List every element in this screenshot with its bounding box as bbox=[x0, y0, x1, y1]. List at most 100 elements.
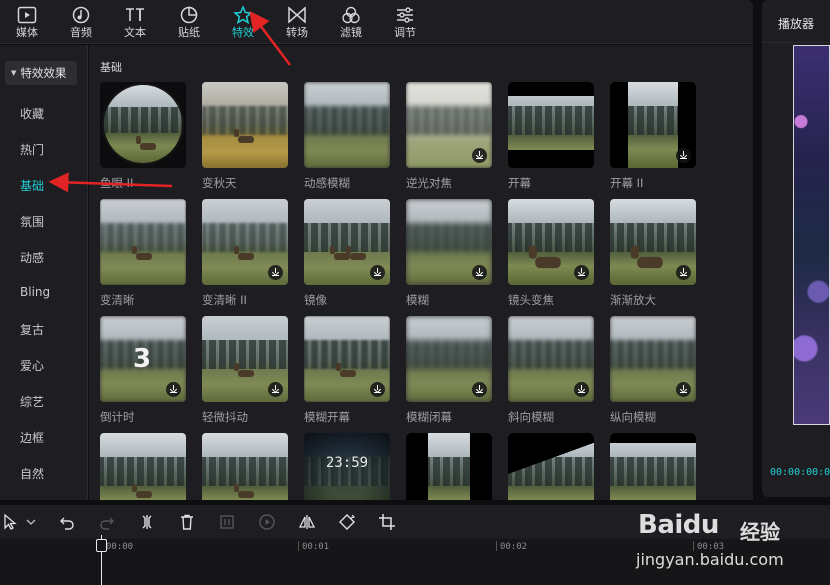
effect-card[interactable]: 逆光对焦 bbox=[406, 82, 492, 191]
freeze-frame-button[interactable] bbox=[218, 513, 236, 531]
effect-card[interactable]: 开幕 II bbox=[610, 82, 696, 191]
effect-card[interactable]: 变清晰 bbox=[100, 199, 186, 308]
redo-button[interactable] bbox=[98, 513, 116, 531]
download-icon[interactable] bbox=[268, 382, 283, 397]
crop-button[interactable] bbox=[378, 513, 396, 531]
sidebar-item-favorites[interactable]: 收藏 bbox=[20, 105, 44, 122]
download-icon[interactable] bbox=[472, 148, 487, 163]
effects-icon bbox=[233, 5, 253, 24]
effect-name: 鱼眼 II bbox=[100, 176, 134, 190]
split-button[interactable] bbox=[138, 513, 156, 531]
effect-thumbnail bbox=[508, 82, 594, 168]
download-icon[interactable] bbox=[676, 382, 691, 397]
download-icon[interactable] bbox=[574, 265, 589, 280]
effect-thumbnail bbox=[610, 199, 696, 285]
download-icon[interactable] bbox=[676, 148, 691, 163]
effect-card[interactable]: 鱼眼 II bbox=[100, 82, 186, 191]
effect-card[interactable]: 镜像 bbox=[304, 199, 390, 308]
effect-thumbnail bbox=[202, 82, 288, 168]
sidebar-item-bling[interactable]: Bling bbox=[20, 285, 50, 299]
caret-down-icon: ▼ bbox=[11, 69, 17, 77]
sidebar-item-variety[interactable]: 综艺 bbox=[20, 393, 44, 410]
tab-media[interactable]: 媒体 bbox=[0, 0, 54, 44]
sidebar-header-effects[interactable]: ▼ 特效效果 bbox=[5, 61, 77, 85]
effect-name: 轻微抖动 bbox=[202, 410, 248, 424]
download-icon[interactable] bbox=[370, 382, 385, 397]
transition-icon bbox=[288, 5, 306, 24]
preview-canvas[interactable] bbox=[793, 45, 830, 425]
delete-button[interactable] bbox=[178, 513, 196, 531]
tab-sticker[interactable]: 贴纸 bbox=[162, 0, 216, 44]
download-icon[interactable] bbox=[166, 382, 181, 397]
crop-icon bbox=[379, 514, 395, 530]
effect-card[interactable]: 斜向模糊 bbox=[508, 316, 594, 425]
effect-thumbnail bbox=[202, 199, 288, 285]
sidebar-item-popular[interactable]: 热门 bbox=[20, 141, 44, 158]
reverse-button[interactable] bbox=[258, 513, 276, 531]
tab-label: 音频 bbox=[70, 25, 92, 39]
sticker-icon bbox=[180, 6, 198, 23]
effect-card[interactable]: 3 倒计时 bbox=[100, 316, 186, 425]
tab-transition[interactable]: 转场 bbox=[270, 0, 324, 44]
effect-card[interactable]: 纵向模糊 bbox=[610, 316, 696, 425]
effect-thumbnail bbox=[202, 316, 288, 402]
effect-thumbnail bbox=[610, 433, 696, 500]
effect-name: 模糊闭幕 bbox=[406, 410, 452, 424]
effect-name: 变清晰 bbox=[100, 293, 135, 307]
filter-icon bbox=[342, 6, 360, 23]
tab-label: 文本 bbox=[124, 25, 146, 39]
effect-card[interactable]: 轻微抖动 bbox=[202, 316, 288, 425]
effect-card[interactable] bbox=[406, 433, 492, 500]
tab-text[interactable]: 文本 bbox=[108, 0, 162, 44]
playhead-handle[interactable] bbox=[96, 539, 107, 552]
effect-card[interactable]: 镜头变焦 bbox=[508, 199, 594, 308]
effect-thumbnail bbox=[304, 82, 390, 168]
effect-card[interactable] bbox=[508, 433, 594, 500]
sidebar-item-retro[interactable]: 复古 bbox=[20, 321, 44, 338]
tab-audio[interactable]: 音频 bbox=[54, 0, 108, 44]
sidebar-item-basic[interactable]: 基础 bbox=[20, 177, 44, 194]
effects-category-sidebar: ▼ 特效效果 收藏 热门 基础 氛围 动感 Bling 复古 爱心 综艺 边框 … bbox=[0, 45, 88, 500]
effect-name: 倒计时 bbox=[100, 410, 135, 424]
player-title: 播放器 bbox=[778, 17, 815, 31]
player-panel: 播放器 00:00:00:00 bbox=[762, 0, 830, 497]
rotate-icon bbox=[339, 514, 356, 530]
effect-card[interactable]: 23:59 bbox=[304, 433, 390, 500]
mirror-button[interactable] bbox=[298, 513, 316, 531]
download-icon[interactable] bbox=[472, 265, 487, 280]
sidebar-item-border[interactable]: 边框 bbox=[20, 429, 44, 446]
download-icon[interactable] bbox=[472, 382, 487, 397]
effect-name: 动感模糊 bbox=[304, 176, 350, 190]
effect-card[interactable]: 渐渐放大 bbox=[610, 199, 696, 308]
effect-card[interactable] bbox=[610, 433, 696, 500]
effect-card[interactable]: 动感模糊 bbox=[304, 82, 390, 191]
select-tool-dropdown[interactable] bbox=[22, 513, 38, 531]
effect-card[interactable] bbox=[100, 433, 186, 500]
sidebar-item-love[interactable]: 爱心 bbox=[20, 357, 44, 374]
effect-thumbnail bbox=[406, 316, 492, 402]
sidebar-item-dynamic[interactable]: 动感 bbox=[20, 249, 44, 266]
download-icon[interactable] bbox=[370, 265, 385, 280]
tab-filter[interactable]: 滤镜 bbox=[324, 0, 378, 44]
effect-thumbnail bbox=[100, 199, 186, 285]
effect-card[interactable]: 模糊 bbox=[406, 199, 492, 308]
select-tool-button[interactable] bbox=[2, 513, 20, 531]
download-icon[interactable] bbox=[268, 265, 283, 280]
effect-thumbnail: 3 bbox=[100, 316, 186, 402]
tab-effects[interactable]: 特效 bbox=[216, 0, 270, 44]
effect-name: 镜像 bbox=[304, 293, 327, 307]
download-icon[interactable] bbox=[574, 382, 589, 397]
download-icon[interactable] bbox=[676, 265, 691, 280]
undo-icon bbox=[60, 517, 74, 530]
sidebar-item-atmosphere[interactable]: 氛围 bbox=[20, 213, 44, 230]
undo-button[interactable] bbox=[58, 513, 76, 531]
sidebar-item-nature[interactable]: 自然 bbox=[20, 465, 44, 482]
effect-card[interactable]: 模糊闭幕 bbox=[406, 316, 492, 425]
effect-card[interactable]: 变秋天 bbox=[202, 82, 288, 191]
effect-card[interactable]: 变清晰 II bbox=[202, 199, 288, 308]
effect-card[interactable] bbox=[202, 433, 288, 500]
rotate-button[interactable] bbox=[338, 513, 356, 531]
effect-card[interactable]: 开幕 bbox=[508, 82, 594, 191]
effect-card[interactable]: 模糊开幕 bbox=[304, 316, 390, 425]
tab-adjust[interactable]: 调节 bbox=[378, 0, 432, 44]
